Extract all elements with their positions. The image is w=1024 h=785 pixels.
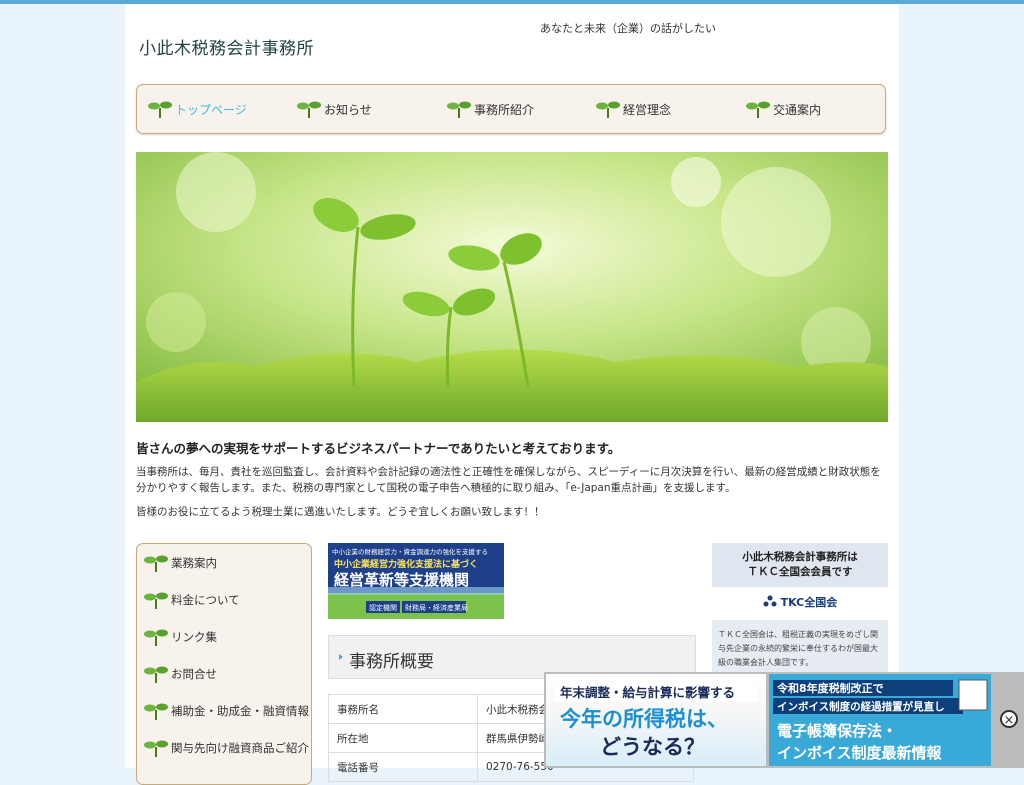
ad-invoice[interactable]: 令和8年度税制改正で インボイス制度の経過措置が見直し 電子帳簿保存法・ インボ…: [769, 674, 991, 766]
hero-image: [136, 152, 888, 422]
sprout-icon: [447, 101, 471, 118]
sidebar-item-loans[interactable]: 関与先向け融資商品ご紹介: [143, 738, 309, 758]
triangle-icon: [339, 654, 343, 660]
tkc-description: ＴＫＣ全国会は、租税正義の実現をめざし関与先企業の永続的繁栄に奉仕するわが国最大…: [712, 620, 888, 680]
tkc-member-line1: 小此木税務会計事務所は: [742, 551, 858, 563]
sidebar-item-fees[interactable]: 料金について: [143, 590, 240, 610]
ad-right-main1: 電子帳簿保存法・: [777, 722, 897, 740]
nav-item-top[interactable]: トップページ: [147, 99, 247, 119]
overview-title: 事務所概要: [349, 652, 434, 672]
ad-left-top: 年末調整・給与計算に影響する: [560, 685, 735, 700]
sprout-icon: [144, 703, 168, 720]
sprout-icon: [144, 666, 168, 683]
intro-heading: 皆さんの夢への実現をサポートするビジネスパートナーでありたいと考えております。: [136, 441, 621, 456]
tkc-member-box: 小此木税務会計事務所は ＴＫＣ全国会会員です: [712, 543, 888, 587]
tkc-logo[interactable]: TKC全国会: [712, 594, 888, 610]
nav-item-access[interactable]: 交通案内: [745, 99, 821, 119]
intro-paragraph: 当事務所は、毎月、貴社を巡回監査し、会計資料や会計記録の適法性と正確性を確保しな…: [136, 466, 881, 494]
table-key: 事務所名: [328, 694, 478, 724]
sprout-icon: [144, 555, 168, 572]
nav-label: 交通案内: [773, 102, 822, 117]
ad-left-main2: どうなる？: [600, 735, 705, 759]
page-container: 小此木税務会計事務所 あなたと未来（企業）の話がしたい トップページ お知らせ …: [125, 4, 899, 785]
sprout-icon: [144, 629, 168, 646]
sprout-icon: [148, 101, 172, 118]
sprout-icon: [297, 101, 321, 118]
sprout-icon: [144, 740, 168, 757]
nav-item-office[interactable]: 事務所紹介: [446, 99, 534, 119]
tkc-logo-text: TKC全国会: [780, 596, 838, 609]
ad-right-main2: インボイス制度最新情報: [777, 744, 943, 762]
banner-line3: 経営革新等支援機関: [334, 571, 469, 589]
ad-right-top1: 令和8年度税制改正で: [776, 681, 884, 695]
nav-label: トップページ: [175, 102, 247, 117]
banner-badge1: 認定機関: [369, 603, 397, 612]
nav-label: 事務所紹介: [474, 102, 535, 117]
sidebar-item-label: お問合せ: [171, 667, 217, 681]
intro-closing: 皆様のお役に立てるよう税理士業に邁進いたします。どうぞ宜しくお願い致します！！: [136, 506, 545, 518]
banner-line1: 中小企業の財務経営力・資金調達力の強化を支援する: [332, 547, 488, 556]
sidebar-menu: 業務案内 料金について リンク集 お問合せ 補助金・助成金・融資情報 関与先向け…: [136, 543, 312, 785]
sidebar-item-label: 関与先向け融資商品ご紹介: [171, 741, 309, 755]
tkc-member-line2: ＴＫＣ全国会会員です: [747, 566, 853, 578]
tkc-logo-icon: [763, 595, 777, 607]
ad-left-main1: 今年の所得税は、: [560, 707, 728, 731]
sidebar-item-services[interactable]: 業務案内: [143, 553, 217, 573]
sidebar-item-subsidies[interactable]: 補助金・助成金・融資情報: [143, 701, 309, 721]
banner-line2: 中小企業経営力強化支援法に基づく: [334, 558, 478, 570]
close-icon[interactable]: ×: [1000, 710, 1018, 728]
sprout-icon: [746, 101, 770, 118]
nav-label: 経営理念: [623, 102, 672, 117]
ad-right-top2: インボイス制度の経過措置が見直し: [777, 700, 945, 713]
ad-income-tax[interactable]: 年末調整・給与計算に影響する 今年の所得税は、 どうなる？: [546, 674, 766, 766]
nav-item-philosophy[interactable]: 経営理念: [595, 99, 671, 119]
sidebar-item-label: リンク集: [171, 630, 217, 644]
sidebar-item-label: 補助金・助成金・融資情報: [171, 704, 309, 718]
sidebar-item-label: 料金について: [171, 593, 240, 607]
sprout-icon: [144, 592, 168, 609]
sidebar-item-links[interactable]: リンク集: [143, 627, 217, 647]
sidebar-item-label: 業務案内: [171, 556, 217, 570]
sprout-icon: [596, 101, 620, 118]
main-nav: トップページ お知らせ 事務所紹介 経営理念 交通案内: [136, 84, 886, 134]
sidebar-item-contact[interactable]: お問合せ: [143, 664, 217, 684]
ad-overlay: 年末調整・給与計算に影響する 今年の所得税は、 どうなる？ 令和8年度税制改正で…: [544, 672, 1024, 768]
site-tagline: あなたと未来（企業）の話がしたい: [540, 22, 716, 35]
support-agency-banner[interactable]: 中小企業の財務経営力・資金調達力の強化を支援する 中小企業経営力強化支援法に基づ…: [328, 543, 504, 619]
nav-item-news[interactable]: お知らせ: [296, 99, 372, 119]
nav-label: お知らせ: [324, 102, 372, 117]
table-key: 電話番号: [328, 752, 478, 782]
banner-badge2: 財務局・経済産業局: [405, 603, 468, 612]
table-key: 所在地: [328, 723, 478, 753]
site-title[interactable]: 小此木税務会計事務所: [139, 34, 314, 59]
